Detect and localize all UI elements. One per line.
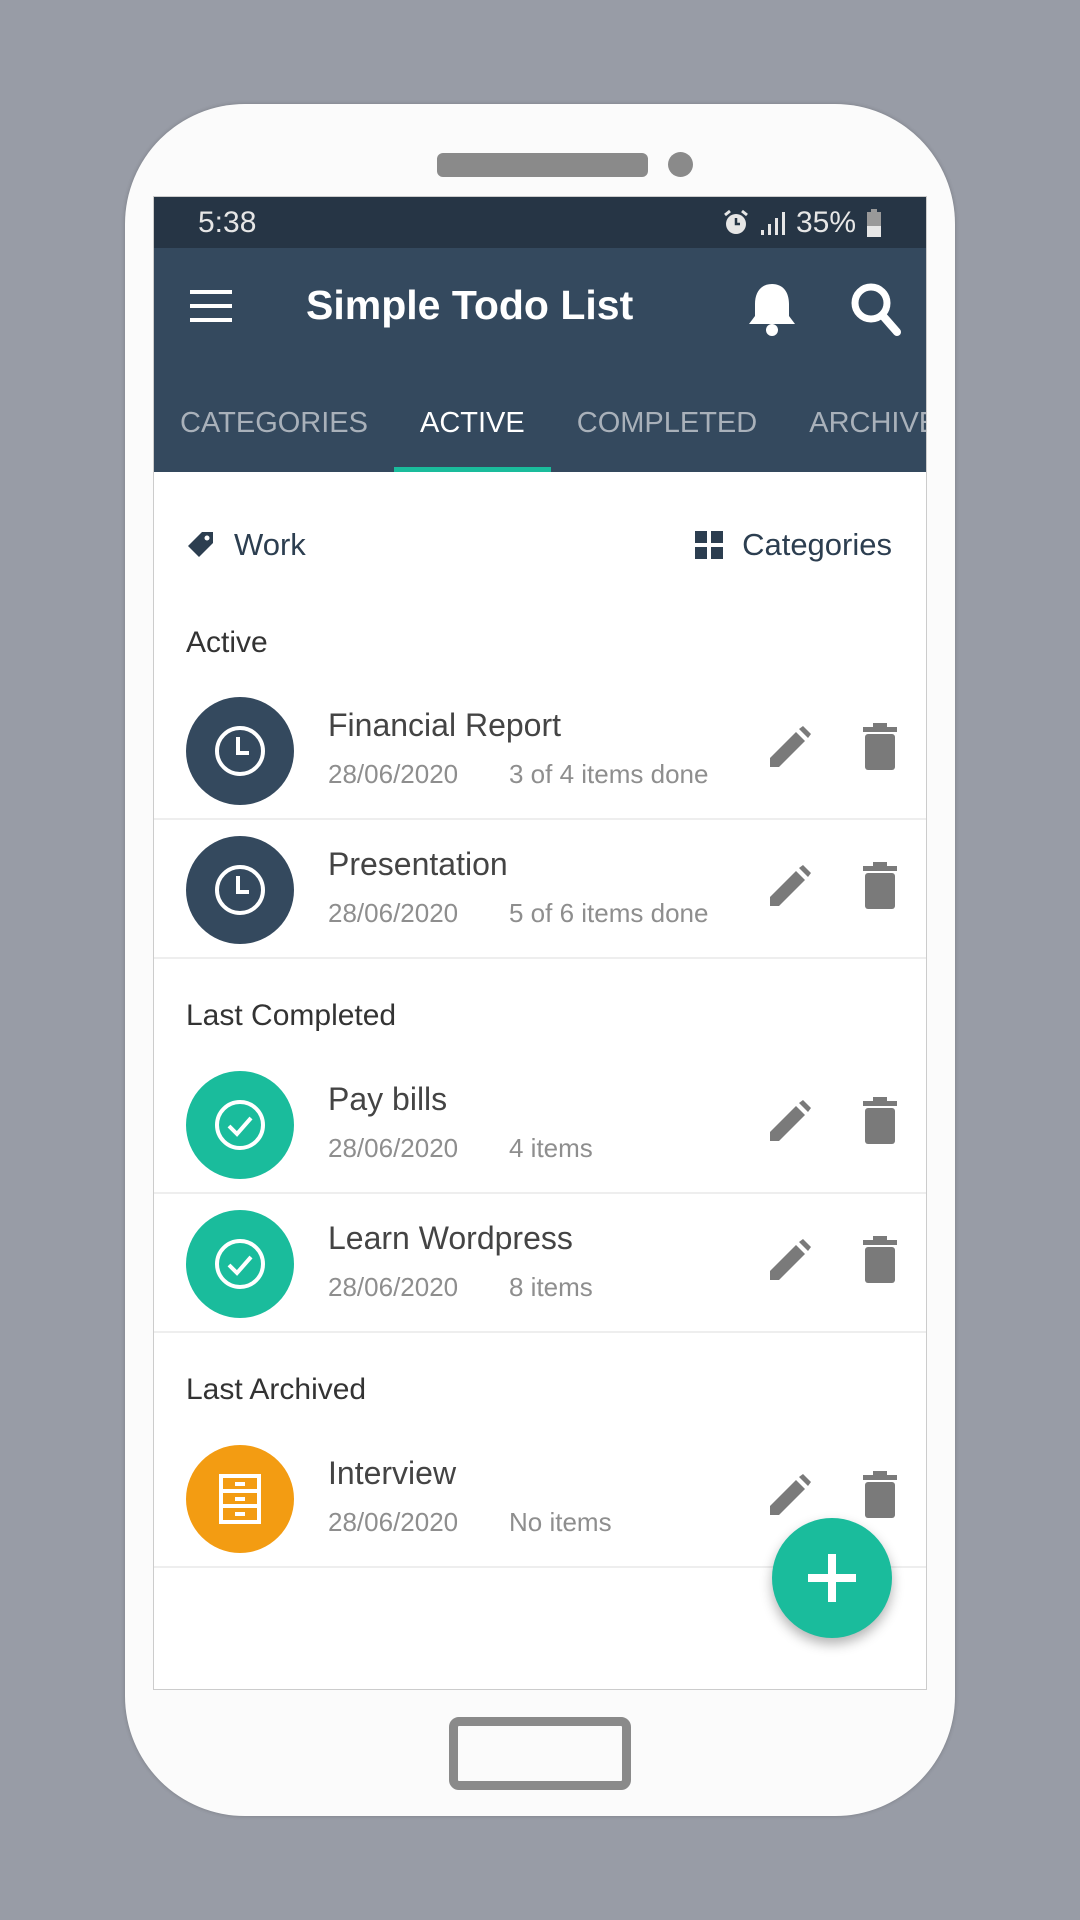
todo-date: 28/06/2020 — [328, 1133, 459, 1163]
todo-date: 28/06/2020 — [328, 1272, 459, 1302]
category-label: Work — [234, 527, 306, 562]
menu-icon[interactable] — [190, 290, 232, 322]
section-completed: Last Completed — [186, 999, 397, 1032]
todo-progress: 5 of 6 items done — [509, 898, 709, 928]
archive-icon — [186, 1445, 294, 1553]
categories-label: Categories — [742, 527, 892, 562]
phone-camera — [668, 152, 693, 177]
todo-date: 28/06/2020 — [328, 1507, 459, 1537]
signal-icon — [760, 212, 785, 235]
grid-icon — [695, 531, 724, 559]
category-filter[interactable]: Work — [186, 527, 306, 563]
tab-active[interactable]: ACTIVE — [394, 378, 551, 472]
todo-title: Interview — [328, 1455, 457, 1491]
categories-button[interactable]: Categories — [694, 527, 892, 563]
trash-icon[interactable] — [862, 1236, 898, 1284]
alarm-icon — [724, 209, 748, 234]
edit-icon[interactable] — [766, 1099, 812, 1145]
trash-icon[interactable] — [862, 862, 898, 910]
todo-date: 28/06/2020 — [328, 759, 459, 789]
trash-icon[interactable] — [862, 1471, 898, 1519]
section-archived: Last Archived — [186, 1373, 367, 1406]
todo-title: Pay bills — [328, 1081, 448, 1117]
todo-progress: No items — [509, 1507, 612, 1537]
edit-icon[interactable] — [766, 864, 812, 910]
plus-icon — [808, 1554, 856, 1602]
tag-icon — [188, 532, 213, 557]
section-active: Active — [186, 626, 268, 659]
tab-completed[interactable]: COMPLETED — [551, 378, 783, 472]
home-button[interactable] — [449, 1717, 631, 1790]
battery-icon — [867, 209, 881, 237]
app-screen: 5:38 35% Simple Todo List CATEGORIES ACT… — [153, 196, 927, 1690]
tab-archived[interactable]: ARCHIVED — [783, 378, 926, 472]
add-todo-button[interactable] — [772, 1518, 892, 1638]
todo-date: 28/06/2020 — [328, 898, 459, 928]
status-time: 5:38 — [198, 206, 257, 239]
app-toolbar: Simple Todo List CATEGORIES ACTIVE COMPL… — [154, 248, 926, 472]
trash-icon[interactable] — [862, 1097, 898, 1145]
bell-icon[interactable] — [744, 280, 800, 338]
clock-icon — [186, 836, 294, 944]
todo-title: Presentation — [328, 846, 508, 882]
edit-icon[interactable] — [766, 1238, 812, 1284]
clock-icon — [186, 697, 294, 805]
search-icon[interactable] — [848, 280, 904, 338]
todo-title: Financial Report — [328, 707, 561, 743]
tab-categories[interactable]: CATEGORIES — [154, 378, 394, 472]
battery-percent: 35% — [795, 206, 856, 239]
check-icon — [186, 1210, 294, 1318]
tab-bar: CATEGORIES ACTIVE COMPLETED ARCHIVED — [154, 378, 926, 472]
todo-progress: 4 items — [509, 1133, 593, 1163]
edit-icon[interactable] — [766, 725, 812, 771]
todo-list-item[interactable]: Financial Report 28/06/2020 3 of 4 items… — [154, 681, 926, 820]
todo-list-item[interactable]: Learn Wordpress 28/06/2020 8 items — [154, 1194, 926, 1333]
app-title: Simple Todo List — [306, 282, 634, 328]
todo-list-item[interactable]: Pay bills 28/06/2020 4 items — [154, 1055, 926, 1194]
todo-list-item[interactable]: Presentation 28/06/2020 5 of 6 items don… — [154, 820, 926, 959]
todo-title: Learn Wordpress — [328, 1220, 573, 1256]
status-bar: 5:38 35% — [154, 197, 926, 248]
todo-progress: 3 of 4 items done — [509, 759, 709, 789]
check-icon — [186, 1071, 294, 1179]
edit-icon[interactable] — [766, 1473, 812, 1519]
phone-speaker — [437, 153, 648, 177]
todo-progress: 8 items — [509, 1272, 593, 1302]
trash-icon[interactable] — [862, 723, 898, 771]
